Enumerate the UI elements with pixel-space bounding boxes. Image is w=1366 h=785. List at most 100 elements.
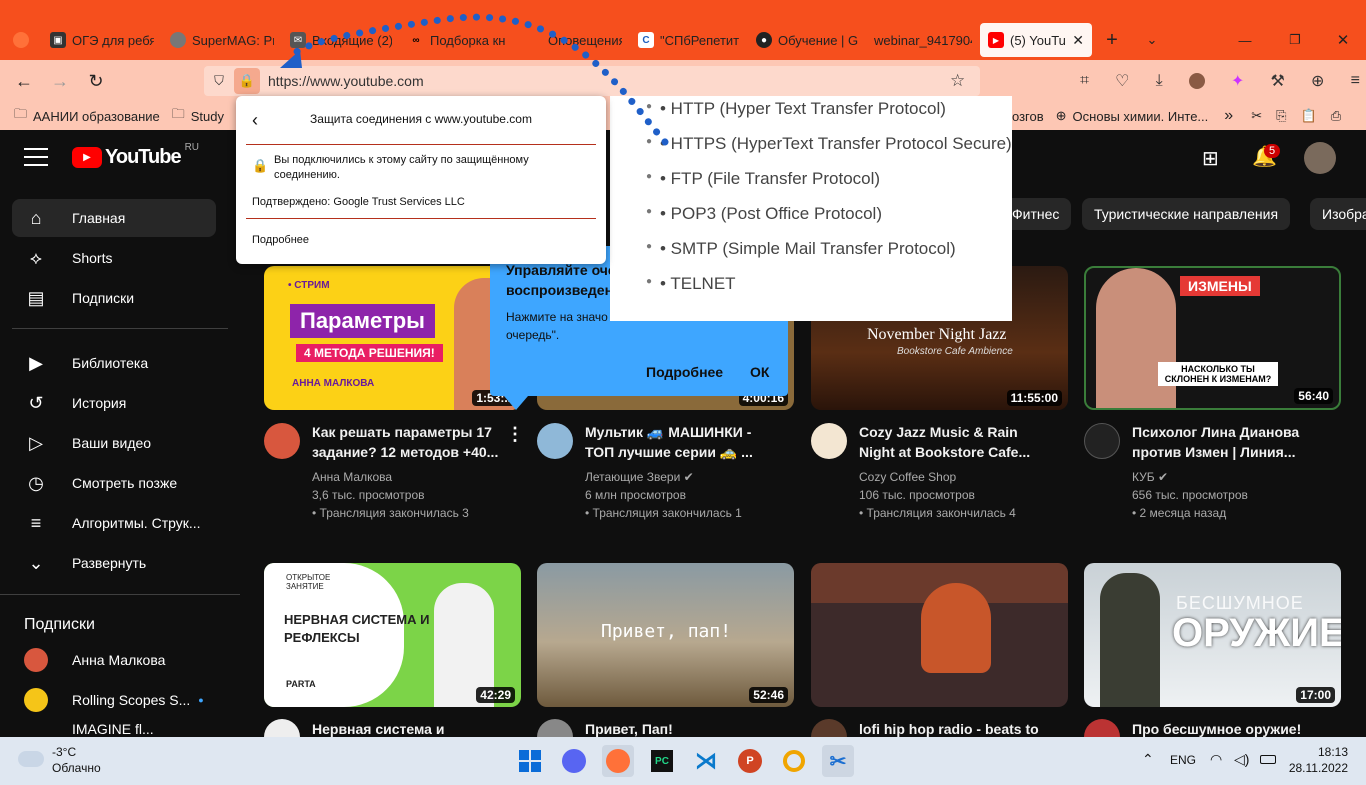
bookmark-folder[interactable]: 🗀 ААНИИ образование [8, 105, 166, 127]
clock-time[interactable]: 18:13 [1296, 745, 1348, 759]
clock-date[interactable]: 28.11.2022 [1280, 761, 1348, 775]
video-title[interactable]: Привет, Пап! [585, 719, 785, 737]
weather-desc[interactable]: Облачно [52, 761, 101, 775]
restore-button[interactable]: ❐ [1270, 20, 1320, 60]
download-icon[interactable]: ⤓ [1156, 72, 1163, 90]
bookmark-star-icon[interactable]: ☆ [950, 71, 980, 91]
lock-icon[interactable]: 🔒 [234, 68, 260, 94]
sidebar-item-label: Смотреть позже [72, 475, 178, 491]
powerpoint-button[interactable]: P [734, 745, 766, 777]
start-button[interactable] [514, 745, 546, 777]
wifi-icon[interactable]: ◠ [1210, 751, 1222, 768]
channel-avatar[interactable] [537, 423, 573, 459]
firefox-button[interactable] [602, 745, 634, 777]
video-title[interactable]: Мультик 🚙 МАШИНКИ - ТОП лучшие серии 🚕 .… [585, 422, 775, 462]
firefox-menu[interactable] [0, 20, 42, 60]
sidebar-item-watch-later[interactable]: ◷ Смотреть позже [12, 464, 216, 502]
discord-button[interactable] [558, 745, 590, 777]
channel-avatar[interactable] [264, 719, 300, 737]
sidebar-item-home[interactable]: ⌂ Главная [12, 199, 216, 237]
channel-avatar[interactable] [811, 423, 847, 459]
bookmark-folder[interactable]: 🗀 Study [166, 105, 230, 127]
app-button[interactable] [778, 745, 810, 777]
new-tab-button[interactable]: + [1092, 20, 1132, 60]
snipping-tool-button[interactable]: ✂ [822, 745, 854, 777]
channel-avatar[interactable] [264, 423, 300, 459]
sidebar-item-expand[interactable]: ⌄ Развернуть [12, 544, 216, 582]
sidebar-item-your-videos[interactable]: ▷ Ваши видео [12, 424, 216, 462]
print-icon[interactable]: ⎙ [1331, 108, 1341, 124]
video-thumbnail[interactable] [811, 563, 1068, 707]
more-actions-icon[interactable]: ⋮ [506, 424, 524, 445]
video-title[interactable]: Про бесшумное оружие! [1132, 719, 1332, 737]
vscode-button[interactable]: ⋊ [690, 745, 722, 777]
screenshot-icon[interactable]: ⌗ [1080, 72, 1089, 90]
sidebar-item-subscriptions[interactable]: ▤ Подписки [12, 279, 216, 317]
tooltip-ok-button[interactable]: ОК [750, 364, 769, 380]
sidebar-item-history[interactable]: ↺ История [12, 384, 216, 422]
translate-icon[interactable]: ⊕ [1311, 71, 1324, 91]
cut-icon[interactable]: ✂ [1251, 108, 1262, 124]
chevron-up-icon[interactable]: ⌃ [1142, 751, 1154, 768]
subscription-item[interactable]: Rolling Scopes S... ● [12, 681, 216, 719]
tab-obuchenie[interactable]: ● Обучение | G [748, 20, 866, 60]
tab-supermag[interactable]: SuperMAG: Pr [162, 20, 282, 60]
paste-icon[interactable]: 📋 [1301, 108, 1317, 124]
tab-webinar[interactable]: webinar_94179041 [866, 20, 980, 60]
video-title[interactable]: Как решать параметры 17 задание? 12 мето… [312, 422, 502, 462]
channel-name[interactable]: Летающие Звери [585, 470, 680, 484]
tool-icon[interactable]: ⚒ [1271, 71, 1285, 91]
hamburger-menu-icon[interactable] [24, 148, 48, 166]
copy-icon[interactable]: ⎘ [1276, 108, 1286, 124]
avatar[interactable] [1304, 142, 1336, 174]
bookmark-label[interactable]: озгов [1012, 109, 1044, 124]
reload-button[interactable]: ↻ [78, 63, 114, 99]
video-thumbnail[interactable]: ОТКРЫТОЕ ЗАНЯТИЕ НЕРВНАЯ СИСТЕМА И РЕФЛЕ… [264, 563, 521, 707]
back-button[interactable]: ← [6, 63, 42, 99]
weather-temp[interactable]: -3°C [52, 745, 76, 759]
sidebar-item-shorts[interactable]: ⟡ Shorts [12, 239, 216, 277]
pycharm-button[interactable]: PC [646, 745, 678, 777]
video-thumbnail[interactable]: • СТРИМ Параметры 4 МЕТОДА РЕШЕНИЯ! АННА… [264, 266, 521, 410]
tab-youtube[interactable]: ▶ (5) YouTube ✕ [980, 23, 1092, 57]
create-video-icon[interactable]: ⊞ [1202, 146, 1219, 171]
minimize-button[interactable]: — [1220, 20, 1270, 60]
video-thumbnail[interactable]: ИЗМЕНЫ НАСКОЛЬКО ТЫ СКЛОНЕН К ИЗМЕНАМ? 5… [1084, 266, 1341, 410]
pocket-icon[interactable]: ♡ [1115, 71, 1129, 91]
more-info-link[interactable]: Подробнее [252, 234, 309, 246]
channel-name[interactable]: Cozy Coffee Shop [859, 468, 1059, 486]
channel-avatar[interactable] [811, 719, 847, 737]
channel-avatar[interactable] [1084, 423, 1120, 459]
list-tabs-button[interactable]: ⌄ [1132, 20, 1172, 60]
video-title[interactable]: Cozy Jazz Music & Rain Night at Bookstor… [859, 422, 1049, 462]
close-window-button[interactable]: ✕ [1320, 20, 1366, 60]
bookmark-label[interactable]: Основы химии. Инте... [1073, 109, 1209, 124]
youtube-logo[interactable]: ▶ YouTube RU [72, 142, 199, 169]
language-indicator[interactable]: ENG [1170, 753, 1196, 767]
forward-button[interactable]: → [42, 63, 78, 99]
sidebar-item-playlist[interactable]: ≡ Алгоритмы. Струк... [12, 504, 216, 542]
video-thumbnail[interactable]: БЕСШУМНОЕ ОРУЖИЕ 17:00 [1084, 563, 1341, 707]
channel-name[interactable]: Анна Малкова [312, 468, 512, 486]
chip-more[interactable]: Изобра [1310, 198, 1366, 230]
chip-travel[interactable]: Туристические направления [1082, 198, 1291, 230]
close-tab-icon[interactable]: ✕ [1072, 32, 1084, 49]
more-bookmarks-icon[interactable]: » [1224, 107, 1233, 125]
channel-avatar[interactable] [537, 719, 573, 737]
shield-icon[interactable]: ⛉ [204, 73, 234, 89]
video-title[interactable]: Психолог Лина Дианова против Измен | Лин… [1132, 422, 1322, 462]
tab-oge[interactable]: ▣ ОГЭ для ребя [42, 20, 162, 60]
menu-icon[interactable]: ≡ [1351, 72, 1360, 90]
account-icon[interactable] [1188, 73, 1205, 89]
channel-avatar[interactable] [1084, 719, 1120, 737]
video-title[interactable]: lofi hip hop radio - beats to [859, 719, 1059, 737]
video-title[interactable]: Нервная система и [312, 719, 512, 737]
sidebar-item-library[interactable]: ▶ Библиотека [12, 344, 216, 382]
battery-icon[interactable] [1260, 755, 1276, 764]
subscription-item[interactable]: Анна Малкова [12, 641, 216, 679]
volume-icon[interactable]: ◁) [1234, 751, 1249, 768]
channel-name[interactable]: КУБ [1132, 470, 1155, 484]
video-thumbnail[interactable]: Привет, пап! 52:46 [537, 563, 794, 707]
tooltip-more-button[interactable]: Подробнее [646, 364, 723, 380]
extension-icon[interactable]: ✦ [1231, 71, 1244, 91]
